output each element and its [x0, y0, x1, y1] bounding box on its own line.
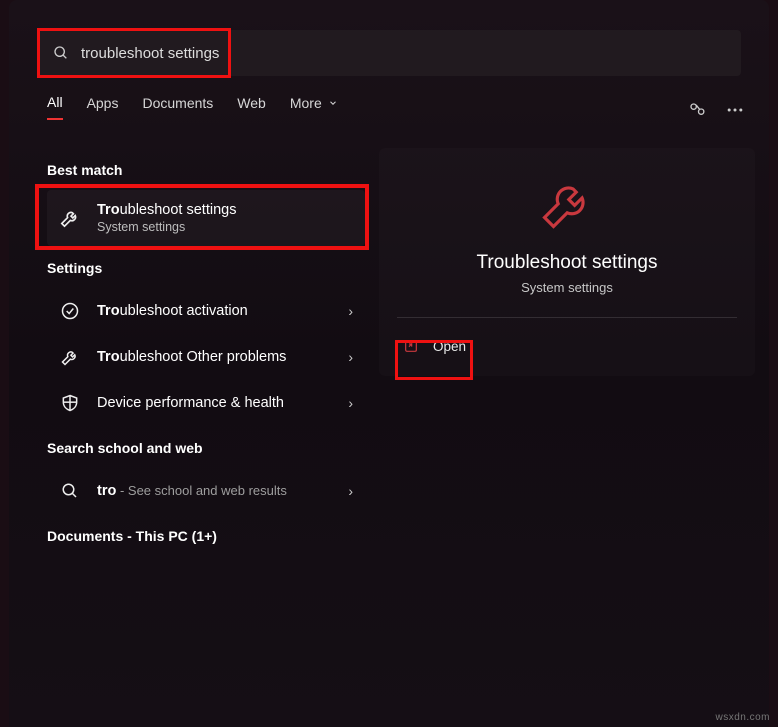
search-row: [39, 30, 741, 76]
open-button[interactable]: Open: [397, 328, 737, 364]
section-settings: Settings: [47, 260, 365, 276]
chevron-right-icon: ›: [348, 483, 353, 499]
detail-title: Troubleshoot settings: [397, 252, 737, 274]
detail-card: Troubleshoot settings System settings Op…: [379, 148, 755, 376]
accounts-icon[interactable]: [685, 98, 709, 122]
tab-web[interactable]: Web: [237, 95, 266, 119]
tab-more[interactable]: More: [290, 95, 338, 119]
result-web-search[interactable]: tro - See school and web results ›: [47, 468, 365, 514]
section-documents-header: Documents - This PC (1+): [47, 528, 365, 544]
shield-icon: [59, 392, 81, 414]
chevron-right-icon: ›: [348, 395, 353, 411]
more-options-icon[interactable]: [723, 98, 747, 122]
search-panel: All Apps Documents Web More Best match T…: [9, 0, 769, 727]
filter-tabs: All Apps Documents Web More: [47, 94, 338, 120]
divider: [397, 317, 737, 318]
chevron-down-icon: [328, 98, 338, 108]
open-icon: [403, 338, 419, 354]
results-column: Best match Troubleshoot settings System …: [47, 148, 365, 556]
search-icon: [53, 45, 69, 61]
search-icon: [59, 480, 81, 502]
search-input[interactable]: [39, 30, 741, 76]
wrench-large-icon: [540, 174, 594, 234]
result-troubleshoot-activation[interactable]: Troubleshoot activation ›: [47, 288, 365, 334]
section-best-match: Best match: [47, 162, 365, 178]
best-match-item[interactable]: Troubleshoot settings System settings: [47, 190, 365, 246]
tab-all[interactable]: All: [47, 94, 63, 120]
result-troubleshoot-other[interactable]: Troubleshoot Other problems ›: [47, 334, 365, 380]
wrench-icon: [59, 346, 81, 368]
open-label: Open: [433, 339, 466, 354]
watermark: wsxdn.com: [715, 712, 770, 723]
tab-more-label: More: [290, 95, 322, 111]
wrench-icon: [59, 207, 81, 229]
toolbar-right: [685, 98, 747, 122]
chevron-right-icon: ›: [348, 303, 353, 319]
best-match-rest: ubleshoot settings: [120, 202, 237, 218]
tab-apps[interactable]: Apps: [87, 95, 119, 119]
tab-documents[interactable]: Documents: [142, 95, 213, 119]
detail-subtitle: System settings: [397, 280, 737, 295]
chevron-right-icon: ›: [348, 349, 353, 365]
detail-column: Troubleshoot settings System settings Op…: [379, 148, 755, 376]
check-circle-icon: [59, 300, 81, 322]
best-match-bold: Tro: [97, 202, 120, 218]
section-school-web: Search school and web: [47, 440, 365, 456]
result-device-performance[interactable]: Device performance & health ›: [47, 380, 365, 426]
best-match-subtitle: System settings: [97, 220, 353, 234]
best-match-text: Troubleshoot settings System settings: [97, 202, 353, 234]
